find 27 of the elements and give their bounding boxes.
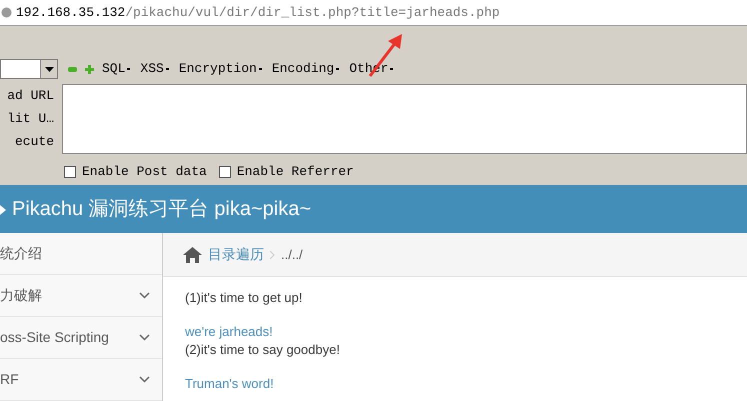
caret-icon [44,66,54,72]
checkbox-label: Enable Referrer [236,163,354,181]
menu-button[interactable]: Encryption [178,59,262,79]
home-icon[interactable] [183,246,202,262]
action-button[interactable]: ad URL [7,85,58,107]
site-title: Pikachu 漏洞练习平台 pika~pika~ [12,197,312,222]
link[interactable]: we're jarheads! [185,323,273,341]
sidebar-item[interactable]: 力破解 [0,275,162,317]
link[interactable]: Truman's word! [185,375,274,393]
action-button[interactable]: lit U… [7,108,58,130]
menu-button[interactable]: SQL [102,59,130,79]
url-textarea[interactable] [62,84,747,154]
text-line: (1)it's time to get up! [185,289,304,307]
sidebar-item[interactable]: oss-Site Scripting [0,317,162,359]
dropdown[interactable] [0,59,58,79]
text-line: (2)it's time to say goodbye! [185,341,341,359]
checkbox[interactable] [218,166,231,178]
sidebar-item[interactable]: RF [0,359,162,401]
logo-icon [0,203,6,215]
breadcrumb-current: ../../ [281,246,303,264]
menu-button[interactable]: XSS [140,59,169,79]
chevron-icon [270,250,275,258]
checkbox[interactable] [64,166,76,178]
action-button[interactable]: ecute [14,131,58,153]
checkbox-label: Enable Post data [82,163,207,181]
menu-button[interactable]: Encoding [272,59,340,79]
sidebar-item[interactable]: 统介绍 [0,233,162,275]
